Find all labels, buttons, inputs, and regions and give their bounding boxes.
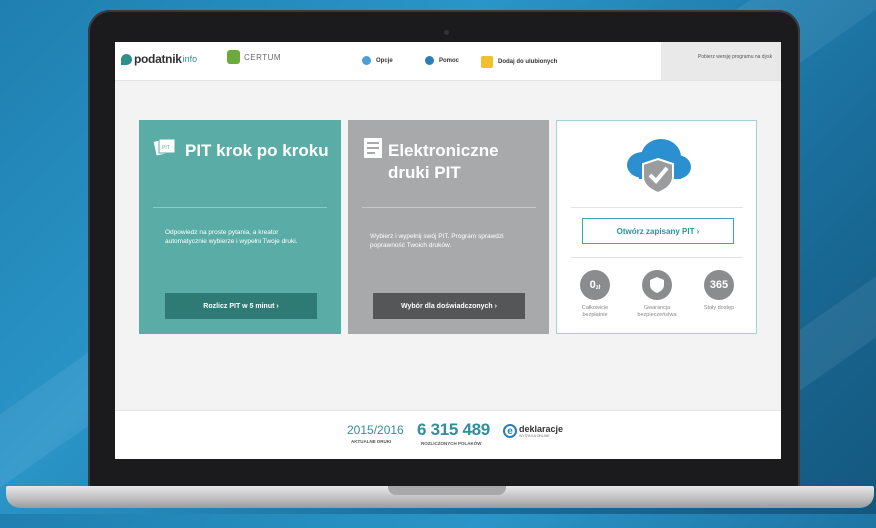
edeklaracje-logo[interactable]: e deklaracje WYSYŁKA ONLINE xyxy=(503,424,563,438)
divider xyxy=(571,257,743,258)
camera-icon xyxy=(444,30,449,35)
app-screen: podatnik info CERTUM Opcje Pomoc Dodaj d… xyxy=(115,42,781,459)
feature-unit: zł xyxy=(595,284,601,291)
nav-label: Pomoc xyxy=(439,57,460,64)
shield-icon xyxy=(642,270,672,300)
zero-cost-icon: 0 zł xyxy=(580,270,610,300)
star-icon xyxy=(481,56,493,68)
cloud-shield-icon xyxy=(627,139,691,195)
nav-help[interactable]: Pomoc xyxy=(425,56,459,65)
tile-description: Wybierz i wypełnij swój PIT. Program spr… xyxy=(370,233,504,249)
feature-label: Gwarancja bezpieczeństwa xyxy=(637,305,677,318)
feature-label: Całkowicie bezpłatnie xyxy=(581,305,609,318)
rozlicz-pit-button[interactable]: Rozlicz PIT w 5 minut › xyxy=(165,293,317,319)
divider xyxy=(362,207,536,208)
tile-open-saved: Otwórz zapisany PIT › 0 zł Całkowicie bez… xyxy=(556,120,757,334)
nav-label: Dodaj do ulubionych xyxy=(498,59,558,65)
certum-icon xyxy=(227,50,240,64)
download-button[interactable]: Pobierz wersję programu na dysk xyxy=(661,42,781,80)
tile-title: Elektroniczne druki PIT xyxy=(388,141,499,182)
documents-icon: PIT xyxy=(153,138,176,156)
logo-icon xyxy=(121,53,132,65)
certum-badge: CERTUM xyxy=(227,50,281,64)
wybor-dla-doswiadczonych-button[interactable]: Wybór dla doświadczonych › xyxy=(373,293,525,319)
feature-free: 0 zł Całkowicie bezpłatnie xyxy=(569,270,621,319)
nav-favorites[interactable]: Dodaj do ulubionych xyxy=(481,56,557,68)
stat-year-label: AKTUALNE DRUKI xyxy=(351,439,392,444)
nav-label: Opcje xyxy=(376,57,393,64)
certum-text: CERTUM xyxy=(244,52,282,62)
app-header: podatnik info CERTUM Opcje Pomoc Dodaj d… xyxy=(115,42,781,81)
gears-icon xyxy=(362,56,371,65)
logo-text: podatnik xyxy=(134,52,182,66)
tile-title: PIT krok po kroku xyxy=(185,141,329,160)
svg-text:PIT: PIT xyxy=(162,145,170,151)
stat-count: 6 315 489 xyxy=(417,420,490,439)
stat-year: 2015/2016 xyxy=(347,423,404,437)
laptop-notch xyxy=(388,486,506,495)
podatnik-logo[interactable]: podatnik info xyxy=(121,52,197,66)
download-label: Pobierz wersję programu na dysk xyxy=(697,54,773,60)
divider xyxy=(571,207,743,208)
otworz-zapisany-pit-button[interactable]: Otwórz zapisany PIT › xyxy=(582,218,734,244)
feature-access: 365 Stały dostęp xyxy=(693,270,745,312)
nav-options[interactable]: Opcje xyxy=(362,56,393,65)
feature-label: Stały dostęp xyxy=(703,305,735,311)
always-access-icon: 365 xyxy=(704,270,734,300)
question-icon xyxy=(425,56,434,65)
tile-elektroniczne-druki[interactable]: Elektroniczne druki PIT Wybierz i wypełn… xyxy=(348,120,549,334)
shield-glyph-icon xyxy=(650,277,664,293)
feature-security: Gwarancja bezpieczeństwa xyxy=(631,270,683,319)
form-icon xyxy=(364,138,382,158)
tile-description: Odpowiedz na proste pytania, a kreator a… xyxy=(165,229,298,245)
logo-suffix: info xyxy=(182,54,198,64)
app-footer: 2015/2016 AKTUALNE DRUKI 6 315 489 ROZLI… xyxy=(115,410,781,459)
tile-pit-krok-po-kroku[interactable]: PIT PIT krok po kroku Odpowiedz na prost… xyxy=(139,120,341,334)
e-icon: e xyxy=(503,424,517,438)
edeklaracje-sub: WYSYŁKA ONLINE xyxy=(519,434,550,438)
stat-count-label: ROZLICZONYCH POLAKÓW xyxy=(421,441,482,446)
edeklaracje-text: deklaracje xyxy=(519,424,564,434)
divider xyxy=(153,207,327,208)
